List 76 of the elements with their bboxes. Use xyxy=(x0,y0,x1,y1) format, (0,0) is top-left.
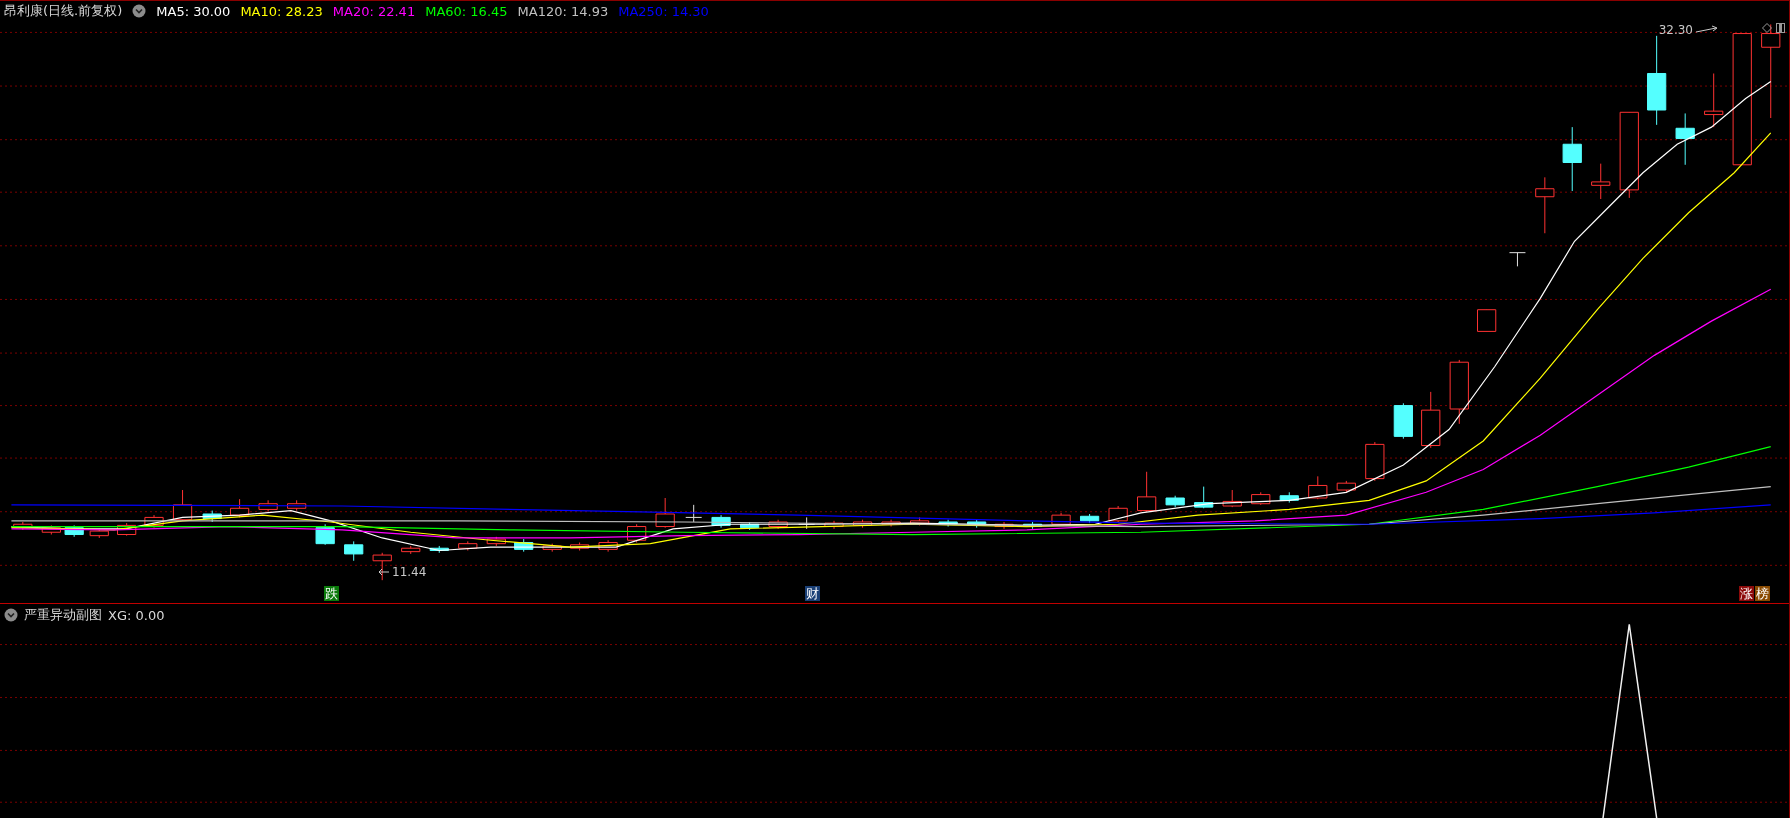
arrow-icon xyxy=(378,567,390,577)
candlestick xyxy=(1222,489,1242,508)
candlestick xyxy=(1137,471,1157,513)
stock-title: 昂利康(日线.前复权) xyxy=(4,2,123,20)
candlestick xyxy=(1675,112,1695,166)
high-price-label: 32.30 xyxy=(1658,23,1693,37)
subchart-title: 严重异动副图 xyxy=(24,606,102,624)
candlestick xyxy=(711,514,731,529)
moving-average-value: MA250: 14.30 xyxy=(618,3,709,19)
candlestick xyxy=(486,536,506,547)
candlestick xyxy=(1421,391,1441,449)
indicator-value: XG: 0.00 xyxy=(108,607,165,623)
candlestick xyxy=(598,539,618,553)
candlestick xyxy=(1704,73,1724,128)
candlestick xyxy=(1308,475,1328,500)
candlestick xyxy=(655,497,675,529)
arrow-icon xyxy=(1695,25,1719,35)
moving-average-value: MA10: 28.23 xyxy=(240,3,323,19)
candlestick xyxy=(514,538,534,553)
candlestick xyxy=(542,543,562,553)
candlestick xyxy=(64,524,84,538)
candlestick xyxy=(172,489,193,522)
candlestick xyxy=(824,520,844,530)
candlestick xyxy=(967,519,987,529)
candlestick xyxy=(569,542,590,551)
candlestick xyxy=(852,519,873,529)
diamond-icon[interactable] xyxy=(1762,23,1772,33)
candlestick xyxy=(202,510,222,523)
candlestick xyxy=(1508,252,1526,267)
candlestick xyxy=(685,504,703,523)
dropdown-icon[interactable] xyxy=(132,4,147,18)
candlestick xyxy=(258,499,278,513)
candlestick xyxy=(1051,512,1071,526)
candlestick xyxy=(1336,480,1356,493)
candlestick xyxy=(1449,359,1469,425)
dropdown-icon[interactable] xyxy=(4,608,18,622)
candlestick xyxy=(768,519,788,530)
candlestick xyxy=(1365,441,1385,482)
low-price-label: 11.44 xyxy=(392,565,427,579)
candlestick xyxy=(739,521,760,531)
candlestick xyxy=(1279,491,1299,504)
candlestick xyxy=(372,552,392,581)
candlestick xyxy=(1194,486,1214,509)
candlestick xyxy=(627,523,647,543)
candlestick xyxy=(1251,491,1271,506)
candlestick xyxy=(881,519,901,528)
candlestick xyxy=(89,528,109,539)
candlestick xyxy=(1165,495,1185,508)
moving-average-value: MA60: 16.45 xyxy=(425,3,508,19)
candlestick xyxy=(144,514,164,529)
event-marker[interactable]: 跌 xyxy=(323,586,339,601)
candlestick xyxy=(229,498,250,518)
candlestick xyxy=(429,545,449,554)
candlestick xyxy=(458,540,478,551)
event-marker[interactable]: 榜 xyxy=(1755,586,1770,601)
event-marker[interactable]: 财 xyxy=(805,586,821,601)
candlestick xyxy=(1108,505,1128,523)
candlestick xyxy=(1591,163,1611,200)
candlestick xyxy=(344,540,364,562)
moving-average-value: MA20: 22.41 xyxy=(332,3,416,19)
candlestick xyxy=(909,516,930,526)
candlestick xyxy=(41,524,61,536)
candlestick xyxy=(938,519,958,528)
candlestick xyxy=(117,522,137,537)
candlestick xyxy=(1562,126,1582,192)
moving-average-value: MA5: 30.00 xyxy=(156,3,231,19)
candlestick xyxy=(1535,176,1555,234)
candlestick xyxy=(1022,521,1043,530)
window-icon[interactable] xyxy=(1776,23,1785,33)
candlestick xyxy=(1477,309,1497,332)
candlestick xyxy=(287,499,307,512)
candlestick xyxy=(401,545,421,555)
event-marker[interactable]: 涨 xyxy=(1738,586,1754,601)
moving-average-value: MA120: 14.93 xyxy=(517,3,609,19)
candlestick xyxy=(1079,513,1100,524)
candlestick xyxy=(1393,402,1413,440)
